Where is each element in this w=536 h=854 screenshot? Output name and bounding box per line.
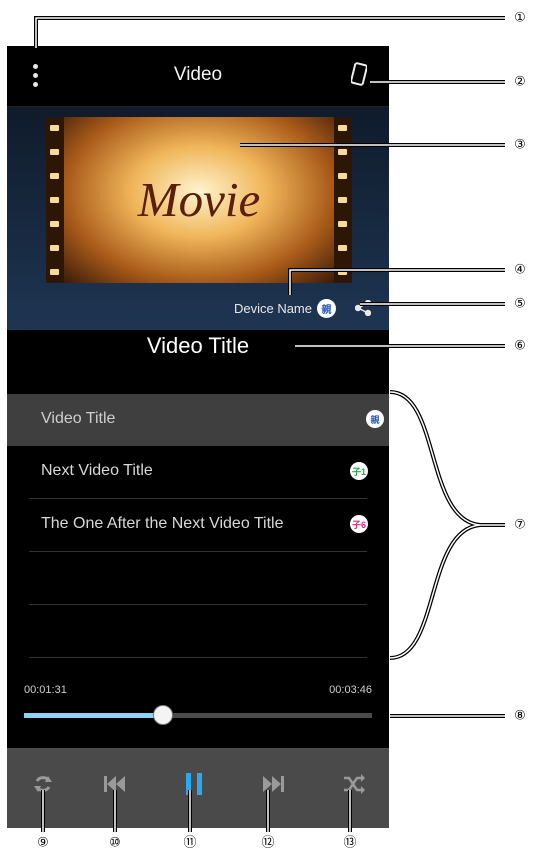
callout-6: ⑥ [514,339,526,354]
callout-7: ⑦ [514,518,526,533]
callout-10: ⑩ [109,836,121,851]
callout-2: ② [514,75,526,90]
callout-12: ⑫ [261,836,274,851]
callout-9: ⑨ [37,836,49,851]
callout-5: ⑤ [514,297,526,312]
callout-3: ③ [514,138,526,153]
callout-8: ⑧ [514,709,526,724]
callout-13: ⑬ [343,836,356,851]
callout-annotations: ① ② ③ ④ ⑤ ⑥ ⑦ ⑧ ⑨ ⑩ ⑪ ⑫ ⑬ [34,11,526,851]
callout-1: ① [514,11,526,26]
callout-11: ⑪ [183,836,196,851]
callout-4: ④ [514,263,526,278]
